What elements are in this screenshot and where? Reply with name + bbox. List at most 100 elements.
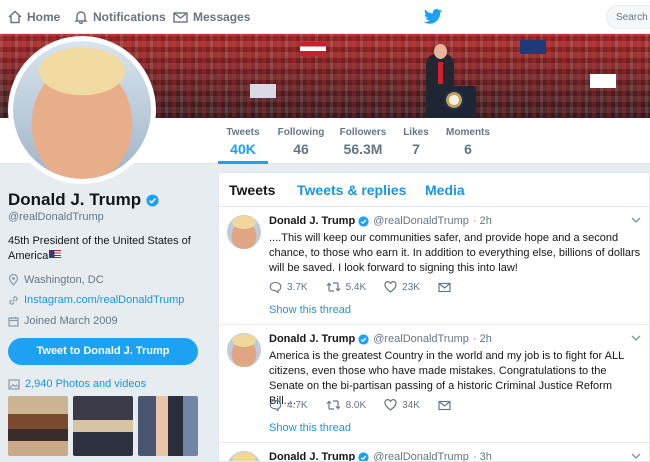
tweet-avatar[interactable] [227, 333, 261, 367]
photos-videos-link[interactable]: 2,940 Photos and videos [8, 378, 146, 390]
us-flag-icon [49, 250, 62, 258]
nav-messages-label: Messages [193, 10, 251, 24]
heart-icon [384, 399, 397, 411]
nav-notifications-label: Notifications [93, 10, 166, 24]
profile-name-row: Donald J. Trump [8, 190, 159, 210]
presidential-seal-icon [444, 90, 464, 110]
tweet-item[interactable]: Donald J. Trump @realDonaldTrump · 2h ..… [219, 207, 649, 325]
tweet-item[interactable]: Donald J. Trump @realDonaldTrump · 3h [219, 443, 649, 461]
chevron-down-icon[interactable] [631, 335, 641, 342]
top-nav: Home Notifications Messages Search Tw [0, 0, 650, 34]
tab-tweets-replies[interactable]: Tweets & replies [297, 182, 406, 198]
retweet-count: 5.4K [345, 281, 367, 293]
stat-label: Tweets [226, 127, 260, 138]
banner-speaker-tie [438, 62, 443, 84]
reply-icon [269, 281, 282, 293]
tweet-author-handle[interactable]: @realDonaldTrump [373, 451, 469, 461]
photo-thumbnail[interactable] [8, 396, 68, 456]
calendar-icon [8, 316, 19, 327]
tweet-header: Donald J. Trump @realDonaldTrump · 2h [269, 215, 492, 227]
tweet-avatar[interactable] [227, 451, 261, 461]
stat-value: 40K [230, 141, 256, 157]
stat-label: Moments [446, 127, 490, 138]
search-input[interactable]: Search Tw [606, 5, 650, 29]
chevron-down-icon[interactable] [631, 217, 641, 224]
verified-badge-icon [146, 193, 159, 207]
tweet-author-handle[interactable]: @realDonaldTrump [373, 333, 469, 345]
like-count: 23K [402, 281, 420, 293]
photo-thumbnail[interactable] [138, 396, 198, 456]
tweet-header: Donald J. Trump @realDonaldTrump · 2h [269, 333, 492, 345]
tweet-author-handle[interactable]: @realDonaldTrump [373, 215, 469, 227]
tweet-text: ....This will keep our communities safer… [269, 232, 641, 274]
banner-sign [590, 74, 616, 88]
photo-thumbnail[interactable] [73, 396, 133, 456]
profile-handle[interactable]: @realDonaldTrump [8, 211, 104, 223]
tab-media[interactable]: Media [425, 182, 465, 198]
like-count: 34K [402, 399, 420, 411]
reply-count: 4.7K [287, 399, 308, 411]
location-pin-icon [8, 274, 19, 286]
banner-sign [250, 84, 276, 98]
profile-website-link[interactable]: Instagram.com/realDonaldTrump [24, 294, 184, 306]
profile-bio: 45th President of the United States of A… [8, 234, 208, 264]
retweet-button[interactable]: 5.4K [326, 281, 367, 293]
timeline-tabs: Tweets Tweets & replies Media [219, 173, 649, 207]
stat-value: 46 [293, 141, 309, 157]
profile-joined: Joined March 2009 [8, 315, 118, 327]
stat-likes[interactable]: Likes 7 [398, 118, 434, 164]
profile-name[interactable]: Donald J. Trump [8, 190, 141, 210]
like-button[interactable]: 34K [384, 399, 420, 411]
reply-button[interactable]: 4.7K [269, 399, 308, 411]
tweet-author-name[interactable]: Donald J. Trump [269, 451, 355, 461]
tweet-timestamp[interactable]: · 3h [473, 451, 492, 461]
profile-avatar[interactable] [8, 36, 156, 184]
stat-moments[interactable]: Moments 6 [444, 118, 492, 164]
verified-badge-icon [358, 333, 369, 345]
chevron-down-icon[interactable] [631, 453, 641, 460]
envelope-icon [438, 400, 451, 410]
stat-label: Followers [339, 127, 387, 138]
like-button[interactable]: 23K [384, 281, 420, 293]
profile-location: Washington, DC [8, 274, 104, 286]
tweet-timestamp[interactable]: · 2h [473, 333, 492, 345]
stat-tweets[interactable]: Tweets 40K [218, 118, 268, 164]
reply-button[interactable]: 3.7K [269, 281, 308, 293]
tab-tweets[interactable]: Tweets [229, 182, 275, 198]
tweet-author-name[interactable]: Donald J. Trump [269, 333, 355, 345]
direct-message-button[interactable] [438, 400, 456, 411]
nav-notifications[interactable]: Notifications [74, 0, 166, 34]
tweet-timestamp[interactable]: · 2h [473, 215, 492, 227]
tweet-actions: 4.7K 8.0K 34K [269, 399, 474, 411]
link-icon [9, 295, 18, 305]
profile-bio-text: 45th President of the United States of A… [8, 235, 191, 262]
tweet-to-button[interactable]: Tweet to Donald J. Trump [8, 338, 198, 365]
tweet-header: Donald J. Trump @realDonaldTrump · 3h [269, 451, 492, 461]
bell-icon [74, 11, 88, 24]
retweet-icon [326, 400, 341, 410]
reply-icon [269, 399, 282, 411]
stat-followers[interactable]: Followers 56.3M [338, 118, 388, 164]
avatar-photo [13, 41, 151, 179]
banner-speaker-head [434, 44, 447, 59]
envelope-icon [438, 282, 451, 292]
twitter-bird-icon[interactable] [424, 9, 442, 24]
verified-badge-icon [358, 451, 369, 461]
envelope-icon [173, 11, 188, 23]
retweet-icon [326, 282, 341, 292]
home-icon [8, 10, 22, 24]
show-thread-link[interactable]: Show this thread [269, 422, 351, 434]
reply-count: 3.7K [287, 281, 308, 293]
nav-messages[interactable]: Messages [173, 0, 250, 34]
retweet-button[interactable]: 8.0K [326, 399, 367, 411]
retweet-count: 8.0K [345, 399, 367, 411]
stat-following[interactable]: Following 46 [276, 118, 326, 164]
tweet-item[interactable]: Donald J. Trump @realDonaldTrump · 2h Am… [219, 325, 649, 443]
stat-label: Likes [403, 127, 429, 138]
direct-message-button[interactable] [438, 282, 456, 293]
tweet-avatar[interactable] [227, 215, 261, 249]
tweet-author-name[interactable]: Donald J. Trump [269, 215, 355, 227]
nav-home[interactable]: Home [8, 0, 60, 34]
stat-value: 56.3M [343, 141, 383, 157]
show-thread-link[interactable]: Show this thread [269, 304, 351, 316]
